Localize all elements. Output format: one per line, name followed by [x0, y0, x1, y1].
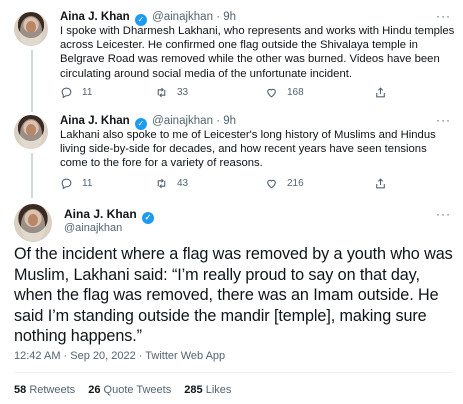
- divider: [14, 372, 454, 373]
- tweet-actions: 11 33 168: [60, 86, 400, 100]
- share-button[interactable]: [374, 86, 387, 99]
- author-handle[interactable]: @ainajkhan: [64, 222, 122, 234]
- retweet-button[interactable]: 33: [155, 86, 188, 99]
- heart-icon: [267, 88, 276, 98]
- retweet-count: 33: [177, 87, 189, 98]
- reply-button[interactable]: 11: [60, 86, 92, 99]
- author-handle[interactable]: @ainajkhan: [152, 115, 213, 127]
- author-name-text[interactable]: Aina J. Khan: [64, 207, 137, 221]
- tweet-text: Lakhani also spoke to me of Leicester's …: [60, 129, 436, 170]
- reply-icon: [61, 178, 72, 190]
- retweet-icon: [157, 87, 166, 98]
- retweet-icon: [157, 178, 166, 189]
- retweets-label: Retweets: [29, 384, 76, 396]
- retweets-stat[interactable]: 58 Retweets: [14, 384, 75, 396]
- author-name[interactable]: Aina J. Khan: [60, 11, 130, 23]
- reply-icon: [61, 87, 72, 99]
- share-icon: [376, 178, 385, 189]
- tweet-text: I spoke with Dharmesh Lakhani, who repre…: [60, 25, 455, 80]
- more-dots-icon[interactable]: ···: [436, 9, 451, 23]
- avatar[interactable]: [14, 204, 52, 242]
- verified-badge-icon: ✓: [142, 212, 155, 224]
- separator-dot: ·: [216, 11, 221, 23]
- thread-connector: [31, 153, 33, 198]
- quotes-label: Quote Tweets: [103, 384, 172, 396]
- tweet-time[interactable]: 9h: [223, 11, 236, 23]
- separator-dot: ·: [216, 115, 221, 127]
- like-count: 216: [287, 178, 304, 189]
- heart-icon: [267, 179, 276, 189]
- likes-label: Likes: [205, 384, 232, 396]
- tweet-meta[interactable]: 12:42 AM · Sep 20, 2022 · Twitter Web Ap…: [14, 350, 225, 362]
- avatar[interactable]: [14, 12, 48, 46]
- reply-count: 11: [82, 178, 93, 189]
- likes-stat[interactable]: 285 Likes: [184, 384, 231, 396]
- retweets-count: 58: [14, 384, 27, 396]
- like-button[interactable]: 168: [265, 86, 304, 99]
- more-dots-icon[interactable]: ···: [436, 207, 451, 221]
- tweet-time[interactable]: 9h: [223, 115, 236, 127]
- author-name[interactable]: Aina J. Khan: [60, 115, 130, 127]
- likes-count: 285: [184, 384, 203, 396]
- retweet-button[interactable]: 43: [155, 177, 188, 190]
- reply-count: 11: [82, 87, 93, 98]
- tweet-actions: 11 43 216: [60, 177, 400, 191]
- quotes-stat[interactable]: 26 Quote Tweets: [88, 384, 171, 396]
- quotes-count: 26: [88, 384, 101, 396]
- avatar[interactable]: [14, 115, 48, 149]
- like-button[interactable]: 216: [265, 177, 304, 190]
- retweet-count: 43: [177, 178, 189, 189]
- share-button[interactable]: [374, 177, 387, 190]
- share-icon: [376, 87, 385, 98]
- like-count: 168: [287, 87, 304, 98]
- thread-connector: [31, 50, 33, 112]
- engagement-stats: 58 Retweets 26 Quote Tweets 285 Likes: [14, 384, 231, 396]
- tweet-text: Of the incident where a flag was removed…: [14, 245, 453, 345]
- author-handle[interactable]: @ainajkhan: [152, 11, 213, 23]
- more-dots-icon[interactable]: ···: [436, 113, 451, 127]
- reply-button[interactable]: 11: [60, 177, 92, 190]
